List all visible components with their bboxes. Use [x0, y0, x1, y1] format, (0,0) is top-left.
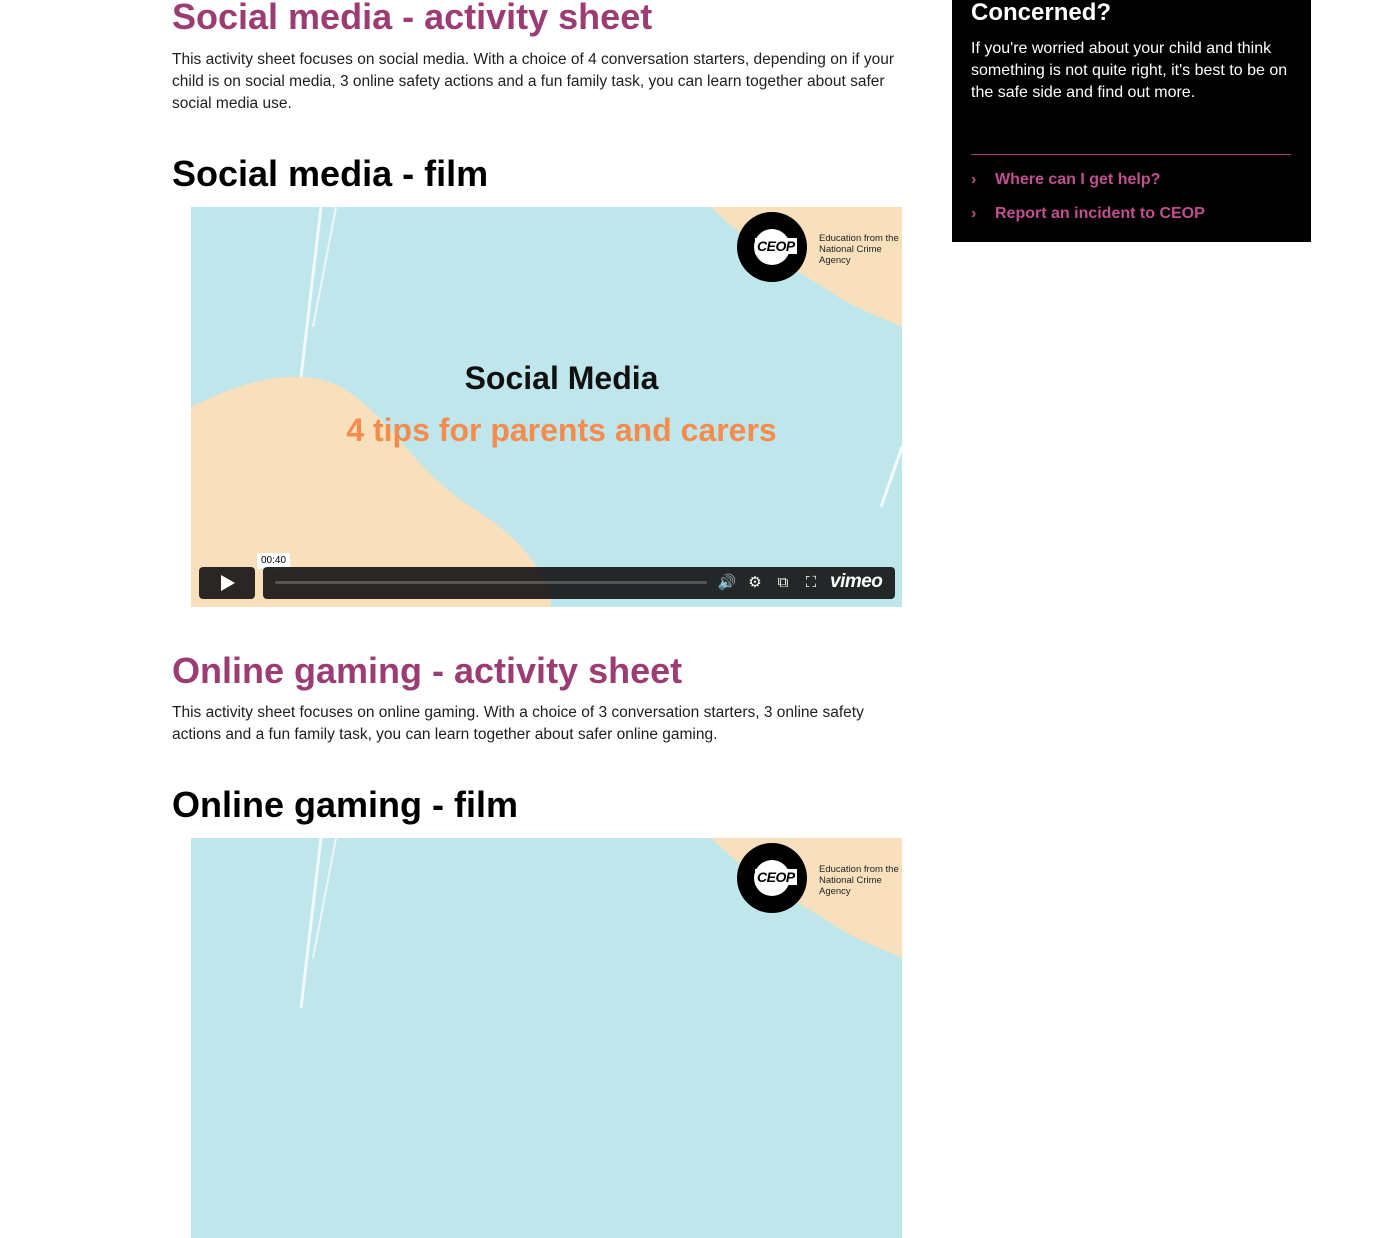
ceop-logo: CEOP Education from the National Crime A…	[737, 843, 899, 915]
ceop-logo-caption: Education from the National Crime Agency	[819, 864, 899, 897]
social-media-sheet-description: This activity sheet focuses on social me…	[172, 51, 894, 112]
where-can-i-get-help-link[interactable]: › Where can I get help?	[971, 169, 1160, 191]
video-subtitle: 4 tips for parents and carers	[346, 412, 777, 448]
online-gaming-film-heading: Online gaming - film	[172, 784, 519, 825]
ceop-logo-text: CEOP	[755, 869, 797, 885]
chevron-right-icon: ›	[971, 205, 977, 222]
link-label: Where can I get help?	[995, 171, 1161, 188]
vimeo-logo[interactable]: vimeo	[830, 571, 883, 593]
online-gaming-video-player[interactable]: CEOP Education from the National Crime A…	[191, 838, 902, 1238]
sidebar-text: If you're worried about your child and t…	[971, 40, 1288, 101]
ceop-logo-text: CEOP	[755, 238, 797, 254]
online-gaming-sheet-description: This activity sheet focuses on online ga…	[172, 704, 864, 743]
sidebar-divider	[971, 154, 1291, 155]
concerned-sidebar: Concerned? If you're worried about your …	[952, 0, 1311, 242]
ceop-logo: CEOP Education from the National Crime A…	[737, 212, 899, 284]
settings-gear-icon[interactable]: ⚙	[745, 573, 765, 593]
player-controls: 🔊 ⚙ ⧉ ⛶ vimeo	[199, 567, 895, 599]
progress-bar[interactable]	[275, 581, 707, 584]
social-media-film-heading: Social media - film	[172, 153, 489, 194]
social-media-activity-sheet-link[interactable]: Social media - activity sheet	[172, 0, 652, 37]
picture-in-picture-icon[interactable]: ⧉	[773, 573, 793, 593]
play-button[interactable]	[199, 567, 255, 599]
report-incident-ceop-link[interactable]: › Report an incident to CEOP	[971, 203, 1205, 225]
fullscreen-icon[interactable]: ⛶	[801, 573, 821, 593]
control-strip: 🔊 ⚙ ⧉ ⛶ vimeo	[263, 567, 895, 599]
ceop-logo-caption: Education from the National Crime Agency	[819, 233, 899, 266]
video-title: Social Media	[464, 360, 659, 396]
sidebar-title: Concerned?	[971, 0, 1112, 26]
social-media-video-player[interactable]: CEOP Education from the National Crime A…	[191, 207, 902, 607]
chevron-right-icon: ›	[971, 171, 977, 188]
online-gaming-activity-sheet-link[interactable]: Online gaming - activity sheet	[172, 651, 682, 691]
link-label: Report an incident to CEOP	[995, 205, 1205, 222]
volume-icon[interactable]: 🔊	[717, 573, 737, 593]
